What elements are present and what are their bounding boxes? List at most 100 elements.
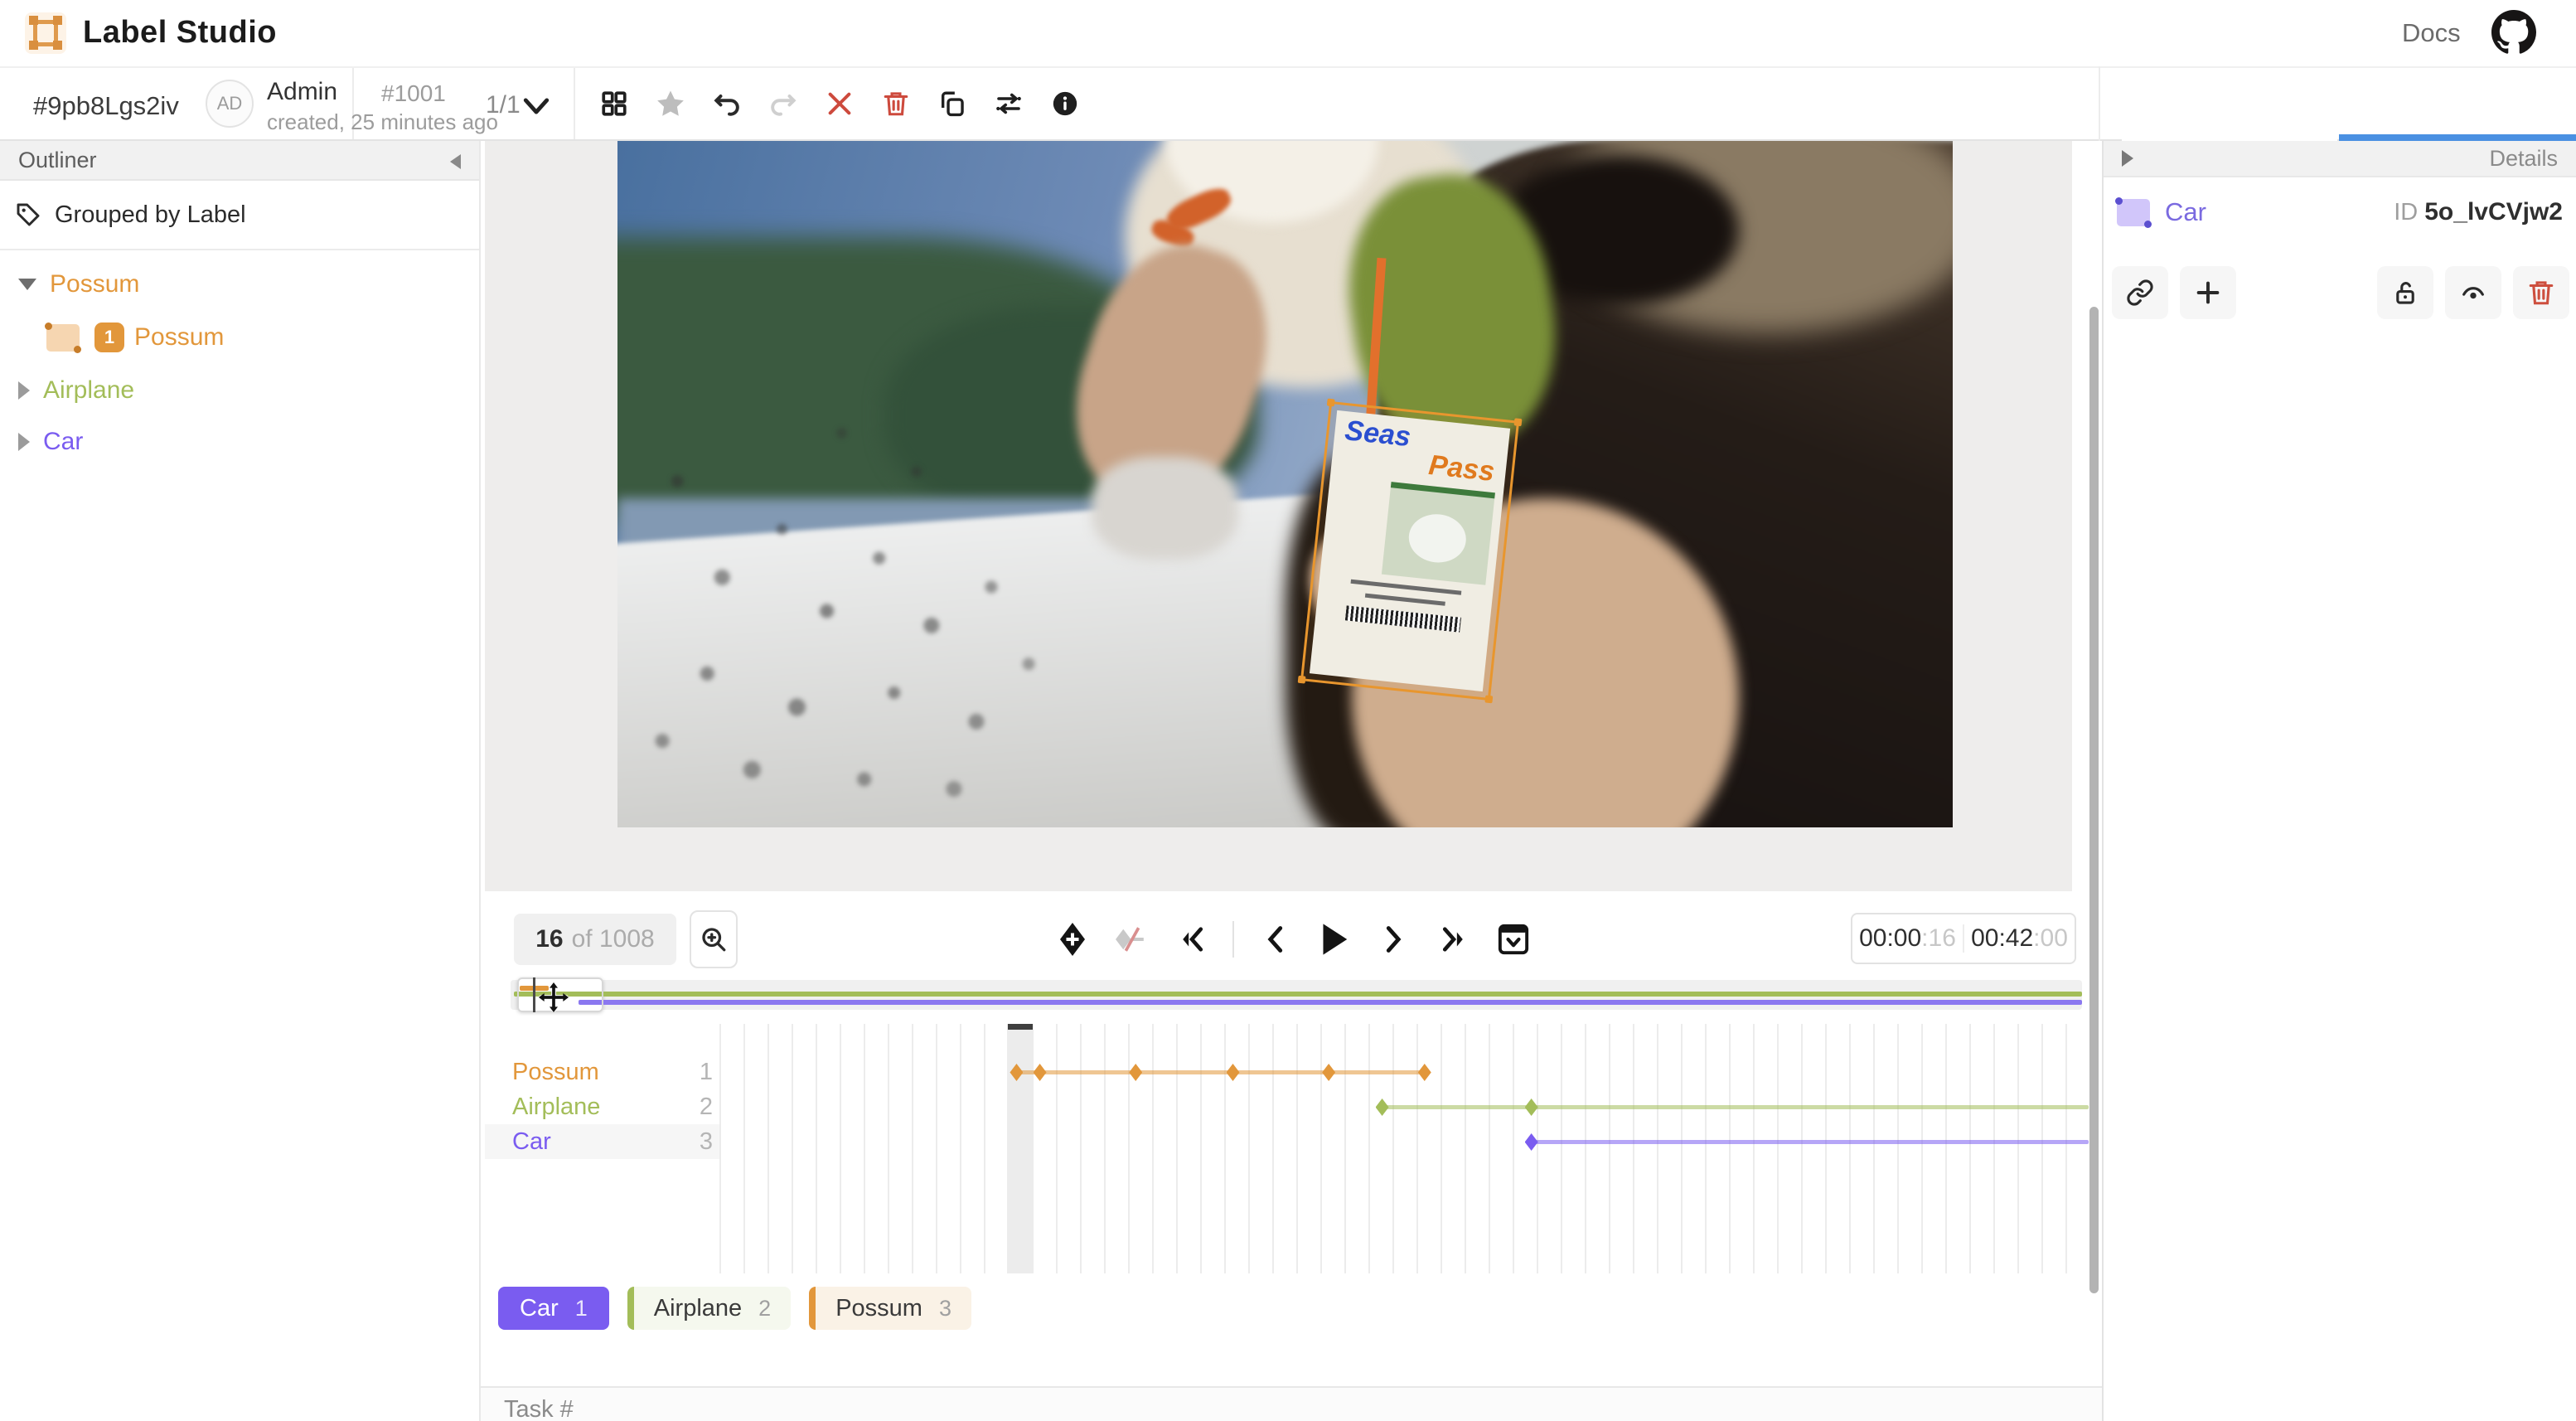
caret-collapsed-icon[interactable] — [18, 381, 30, 400]
previous-frame-button[interactable] — [1256, 920, 1294, 958]
region-id: ID 5o_lvCVjw2 — [2394, 198, 2563, 226]
expand-panel-icon[interactable] — [2122, 150, 2133, 167]
corner-dot — [45, 323, 52, 330]
frame-counter[interactable]: 16 of 1008 — [514, 914, 676, 965]
views-grid-button[interactable] — [595, 85, 633, 123]
hide-region-eye-button[interactable] — [2445, 266, 2501, 319]
info-icon[interactable] — [1046, 85, 1084, 123]
redo-icon[interactable] — [764, 85, 802, 123]
label-button-car[interactable]: Car 1 — [498, 1287, 609, 1330]
group-label: Car — [43, 428, 83, 456]
undo-icon[interactable] — [708, 85, 746, 123]
track-label[interactable]: Possum — [512, 1055, 599, 1089]
bbox-region-selected[interactable]: Seas Pass — [1300, 400, 1520, 701]
keyframe[interactable] — [1376, 1098, 1389, 1116]
vertical-scrollbar[interactable] — [2089, 307, 2099, 1293]
app-title: Label Studio — [83, 15, 277, 51]
chevron-down-icon[interactable] — [522, 95, 550, 117]
link-region-button[interactable] — [2112, 266, 2168, 319]
region-rect-icon — [2117, 199, 2150, 226]
media-canvas: Seas Pass — [485, 141, 2072, 891]
annotation-id: #1001 — [381, 80, 446, 107]
delete-annotation-trash-icon[interactable] — [877, 85, 915, 123]
label-button-possum[interactable]: Possum3 — [809, 1287, 971, 1330]
group-label: Airplane — [43, 376, 134, 405]
keyframe[interactable] — [1525, 1098, 1538, 1116]
selected-region-row[interactable]: Car ID 5o_lvCVjw2 — [2104, 189, 2576, 235]
keyframe[interactable] — [1525, 1133, 1538, 1151]
seekbar[interactable] — [511, 980, 2082, 1010]
label-hotkey: 1 — [575, 1296, 588, 1322]
duplicate-copy-icon[interactable] — [933, 85, 971, 123]
move-cursor-icon — [537, 981, 570, 1014]
label-hotkey: 3 — [939, 1296, 951, 1322]
zoom-button[interactable] — [690, 910, 738, 968]
outliner-group-row[interactable]: Possum — [0, 259, 479, 310]
next-keyframe-button[interactable] — [1435, 920, 1473, 958]
add-keyframe-button[interactable] — [1053, 920, 1092, 958]
keyframe-span[interactable] — [1532, 1140, 2089, 1144]
delete-region-trash-button[interactable] — [2513, 266, 2569, 319]
label-text: Airplane — [654, 1295, 742, 1322]
star-ground-truth-button[interactable] — [651, 85, 690, 123]
keyframe[interactable] — [1322, 1064, 1335, 1081]
track-label[interactable]: Car — [512, 1124, 551, 1159]
label-text: Car — [520, 1295, 559, 1322]
video-frame[interactable]: Seas Pass — [617, 141, 1953, 827]
play-button[interactable] — [1315, 920, 1353, 958]
total-time-input[interactable]: 00:42:00 — [1963, 924, 2075, 953]
next-frame-button[interactable] — [1375, 920, 1413, 958]
outliner-region-row[interactable]: 1Possum — [0, 310, 479, 365]
keyframe[interactable] — [1418, 1064, 1431, 1081]
label-studio-logo-icon — [25, 12, 66, 54]
task-id: #9pb8Lgs2iv — [33, 91, 179, 121]
keyframe-interpolation-button[interactable] — [1113, 920, 1151, 958]
outliner-panel: Outliner Grouped by Label Possum1PossumA… — [0, 141, 481, 1421]
region-rect-icon — [46, 324, 80, 352]
collapse-timeline-button[interactable] — [1494, 920, 1533, 958]
track-number: 1 — [671, 1055, 713, 1089]
divider — [1232, 921, 1234, 958]
keyframe[interactable] — [1010, 1064, 1023, 1081]
keyframe[interactable] — [1129, 1064, 1142, 1081]
keyframe[interactable] — [1034, 1064, 1047, 1081]
labels-bar: Car 1 Airplane2 Possum3 — [498, 1287, 971, 1330]
main-content: Seas Pass 16 of 1008 — [481, 141, 2102, 1421]
task-footer: Task # — [481, 1388, 2102, 1421]
annotation-pagination: 1/1 — [486, 91, 521, 119]
caret-expanded-icon[interactable] — [18, 279, 36, 290]
keyframe-span[interactable] — [1382, 1105, 2089, 1109]
grouping-selector[interactable]: Grouped by Label — [0, 181, 479, 250]
outliner-group-row[interactable]: Airplane — [0, 365, 479, 416]
group-label: Possum — [50, 270, 139, 298]
playback-controls — [1044, 910, 1542, 968]
created-ago: created, 25 minutes ago — [267, 109, 498, 135]
pass-card-word2: Pass — [1427, 452, 1495, 484]
docs-link[interactable]: Docs — [2402, 18, 2461, 48]
outliner-group-row[interactable]: Car — [0, 416, 479, 468]
current-time-input[interactable]: 00:00:16 — [1852, 924, 1963, 953]
seekbar-track-segment — [579, 1000, 2082, 1005]
github-icon[interactable] — [2491, 10, 2536, 55]
settings-transfer-icon[interactable] — [990, 85, 1028, 123]
previous-keyframe-button[interactable] — [1173, 920, 1211, 958]
season-pass-card: Seas Pass — [1310, 410, 1511, 691]
seekbar-playhead[interactable] — [533, 977, 535, 1012]
region-index-badge: 1 — [94, 323, 124, 352]
tag-icon — [15, 201, 41, 228]
lock-region-button[interactable] — [2377, 266, 2433, 319]
snow-speckles — [617, 347, 1365, 827]
keyframe[interactable] — [1227, 1064, 1240, 1081]
track-number: 2 — [671, 1089, 713, 1124]
frame-current: 16 — [535, 925, 563, 953]
collapse-panel-icon[interactable] — [450, 154, 461, 169]
region-actions — [2112, 265, 2569, 320]
corner-dot — [74, 346, 81, 353]
label-button-airplane[interactable]: Airplane2 — [627, 1287, 791, 1330]
add-relation-button[interactable] — [2180, 266, 2236, 319]
reject-x-icon[interactable] — [821, 85, 859, 123]
track-label[interactable]: Airplane — [512, 1089, 600, 1124]
timeline: Possum1Airplane2Car3 — [481, 1020, 2102, 1277]
caret-collapsed-icon[interactable] — [18, 433, 30, 451]
keyframe-span[interactable] — [1016, 1070, 1424, 1074]
